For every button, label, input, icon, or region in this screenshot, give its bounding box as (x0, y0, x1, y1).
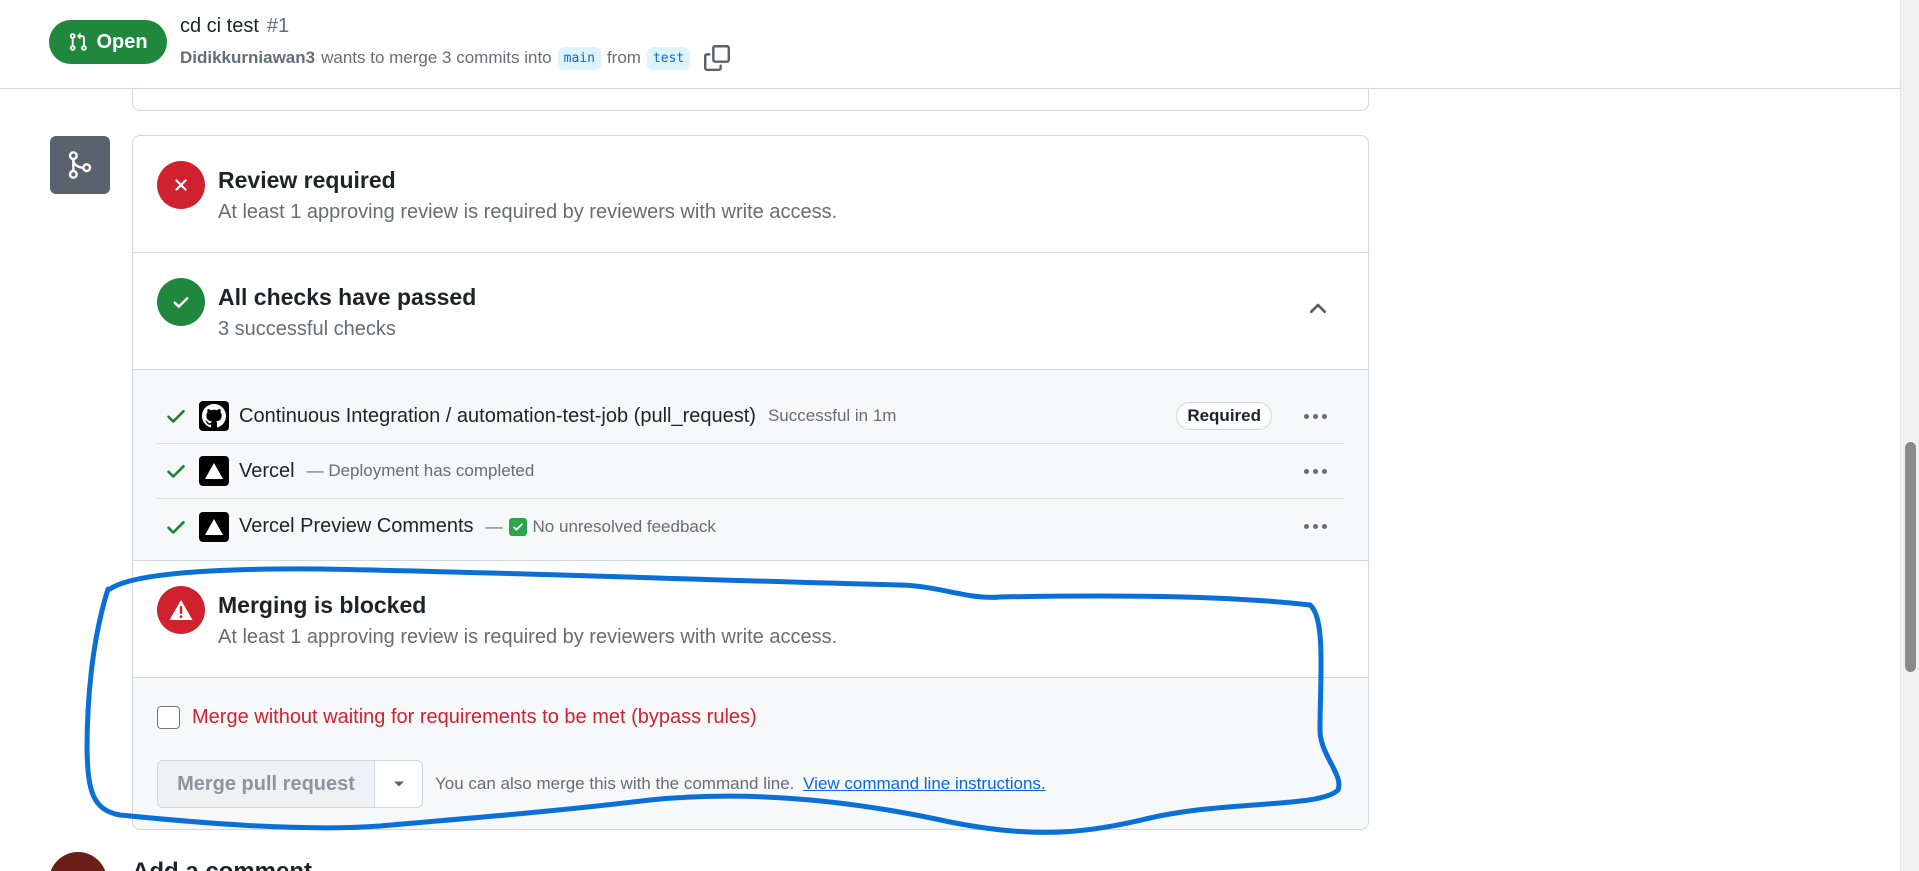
kebab-menu-icon[interactable] (1298, 457, 1332, 485)
page-scrollbar[interactable] (1900, 0, 1919, 871)
github-icon (199, 401, 229, 431)
pr-meta: Didikkurniawan3 wants to merge 3 commits… (180, 45, 731, 71)
check-row[interactable]: Vercel Preview Comments — No unresolved … (157, 499, 1344, 554)
merge-pull-request-button[interactable]: Merge pull request (157, 760, 375, 808)
check-name[interactable]: Vercel Preview Comments (239, 515, 474, 538)
check-icon (167, 464, 185, 478)
blocked-title: Merging is blocked (218, 592, 427, 618)
add-comment-heading: Add a comment (132, 858, 312, 871)
detail-dash: — (485, 516, 503, 536)
check-icon (173, 297, 189, 308)
check-box-icon (508, 517, 527, 536)
bypass-label[interactable]: Merge without waiting for requirements t… (192, 706, 757, 729)
scrollbar-thumb[interactable] (1905, 442, 1916, 672)
kebab-menu-icon[interactable] (1298, 402, 1332, 430)
check-name[interactable]: Continuous Integration / automation-test… (239, 405, 756, 428)
check-row[interactable]: Continuous Integration / automation-test… (157, 389, 1344, 444)
pr-author-link[interactable]: Didikkurniawan3 (180, 48, 315, 68)
review-description: At least 1 approving review is required … (218, 201, 838, 223)
review-title: Review required (218, 167, 396, 193)
x-icon (175, 179, 187, 191)
detail-text: No unresolved feedback (532, 516, 716, 536)
pr-number: #1 (266, 15, 290, 37)
merge-help-label: You can also merge this with the command… (435, 774, 795, 793)
merge-button-row: Merge pull request You can also merge th… (157, 760, 1046, 808)
check-detail: — Deployment has completed (306, 461, 535, 480)
checks-summary-section[interactable]: All checks have passed 3 successful chec… (133, 253, 1368, 370)
pull-request-icon (70, 32, 88, 51)
kebab-menu-icon[interactable] (1298, 512, 1332, 540)
checks-title: All checks have passed (218, 284, 477, 310)
caret-down-icon (393, 781, 404, 787)
vercel-icon (199, 511, 229, 542)
pr-title: cd ci test #1 (180, 15, 289, 38)
checks-status-circle (157, 278, 205, 326)
merge-method-dropdown[interactable] (375, 760, 423, 808)
merge-actions-section: Merge without waiting for requirements t… (133, 678, 1368, 829)
command-line-instructions-link[interactable]: View command line instructions. (803, 774, 1046, 793)
pr-state-badge: Open (49, 20, 167, 64)
blocked-status-circle (157, 586, 205, 634)
merge-status-icon-box (50, 136, 110, 194)
bypass-checkbox[interactable] (157, 706, 180, 729)
check-icon (167, 520, 185, 534)
avatar[interactable] (49, 852, 107, 871)
sticky-pr-header: Open cd ci test #1 Didikkurniawan3 wants… (0, 0, 1900, 89)
head-branch[interactable]: test (646, 46, 691, 70)
alert-icon (169, 600, 193, 620)
check-name[interactable]: Vercel (239, 460, 295, 483)
chevron-up-icon[interactable] (1306, 296, 1330, 320)
base-branch[interactable]: main (557, 46, 601, 70)
merge-help-text: You can also merge this with the command… (435, 774, 1046, 794)
review-status-circle (157, 161, 205, 209)
merging-blocked-section: Merging is blocked At least 1 approving … (133, 561, 1368, 678)
checks-list: Continuous Integration / automation-test… (133, 370, 1368, 561)
pr-meta-text: wants to merge 3 commits into (321, 48, 552, 67)
checks-description: 3 successful checks (218, 318, 396, 340)
check-icon (167, 409, 185, 423)
check-detail: Successful in 1m (767, 406, 897, 425)
check-row[interactable]: Vercel — Deployment has completed (157, 444, 1344, 499)
vercel-icon (199, 456, 229, 486)
review-required-section: Review required At least 1 approving rev… (133, 136, 1368, 253)
pr-state-label: Open (96, 30, 148, 53)
blocked-description: At least 1 approving review is required … (218, 626, 838, 648)
from-text: from (606, 48, 641, 67)
required-badge: Required (1176, 402, 1272, 430)
merge-box: Review required At least 1 approving rev… (132, 135, 1369, 830)
bypass-option[interactable]: Merge without waiting for requirements t… (157, 706, 757, 729)
copy-icon[interactable] (704, 45, 731, 71)
check-detail: — No unresolved feedback (486, 517, 716, 537)
pr-title-text[interactable]: cd ci test (180, 15, 259, 38)
git-merge-icon (68, 151, 92, 179)
